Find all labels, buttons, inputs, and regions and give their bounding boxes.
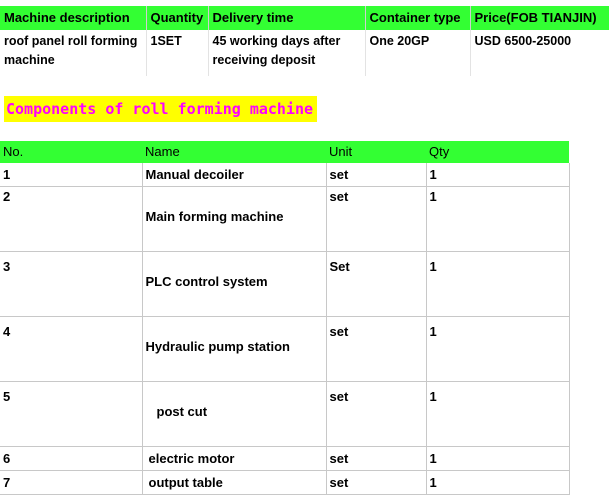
- row-name: Main forming machine: [142, 186, 327, 252]
- row-qty: 1: [426, 316, 570, 382]
- row-unit: set: [326, 316, 427, 382]
- machine-description: roof panel roll forming machine: [0, 30, 147, 76]
- order-summary-row: roof panel roll forming machine 1SET 45 …: [0, 30, 609, 76]
- row-no: 6: [0, 446, 143, 471]
- row-no: 3: [0, 251, 143, 317]
- components-table: No. Name Unit Qty 1 Manual decoiler set …: [0, 141, 570, 495]
- table-row: 7 output table set 1: [0, 470, 570, 495]
- header-unit: Unit: [326, 141, 426, 163]
- row-unit: set: [326, 381, 427, 447]
- header-container-type: Container type: [365, 6, 471, 30]
- row-unit: set: [326, 186, 427, 252]
- row-qty: 1: [426, 163, 570, 187]
- header-quantity: Quantity: [146, 6, 209, 30]
- delivery-time-value: 45 working days after receiving deposit: [208, 30, 366, 76]
- row-unit: set: [326, 446, 427, 471]
- row-qty: 1: [426, 470, 570, 495]
- row-no: 7: [0, 470, 143, 495]
- section-title: Components of roll forming machine: [4, 96, 318, 122]
- row-name: output table: [142, 470, 327, 495]
- row-name: post cut: [142, 381, 327, 447]
- container-type-value: One 20GP: [365, 30, 471, 76]
- row-no: 2: [0, 186, 143, 252]
- header-price: Price(FOB TIANJIN): [470, 6, 609, 30]
- row-qty: 1: [426, 186, 570, 252]
- components-header: No. Name Unit Qty: [0, 141, 569, 163]
- price-value: USD 6500-25000: [474, 34, 572, 48]
- row-name: electric motor: [142, 446, 327, 471]
- row-no: 1: [0, 163, 143, 187]
- row-qty: 1: [426, 381, 570, 447]
- table-row: 6 electric motor set 1: [0, 446, 570, 471]
- header-qty: Qty: [426, 141, 569, 163]
- row-name: Hydraulic pump station: [142, 316, 327, 382]
- row-qty: 1: [426, 251, 570, 317]
- header-name: Name: [142, 141, 326, 163]
- row-qty: 1: [426, 446, 570, 471]
- row-name: Manual decoiler: [142, 163, 327, 187]
- table-row: 2 Main forming machine set 1: [0, 186, 570, 252]
- table-row: 3 PLC control system Set 1: [0, 251, 570, 317]
- row-unit: set: [326, 163, 427, 187]
- table-row: 1 Manual decoiler set 1: [0, 163, 570, 187]
- quantity-value: 1SET: [146, 30, 209, 76]
- order-summary-header: Machine description Quantity Delivery ti…: [0, 6, 609, 30]
- row-no: 5: [0, 381, 143, 447]
- order-summary-table: Machine description Quantity Delivery ti…: [0, 6, 609, 76]
- header-delivery-time: Delivery time: [208, 6, 366, 30]
- header-no: No.: [0, 141, 142, 163]
- row-unit: Set: [326, 251, 427, 317]
- row-name: PLC control system: [142, 251, 327, 317]
- row-no: 4: [0, 316, 143, 382]
- table-row: 4 Hydraulic pump station set 1: [0, 316, 570, 382]
- header-machine-description: Machine description: [0, 6, 147, 30]
- row-unit: set: [326, 470, 427, 495]
- table-row: 5 post cut set 1: [0, 381, 570, 447]
